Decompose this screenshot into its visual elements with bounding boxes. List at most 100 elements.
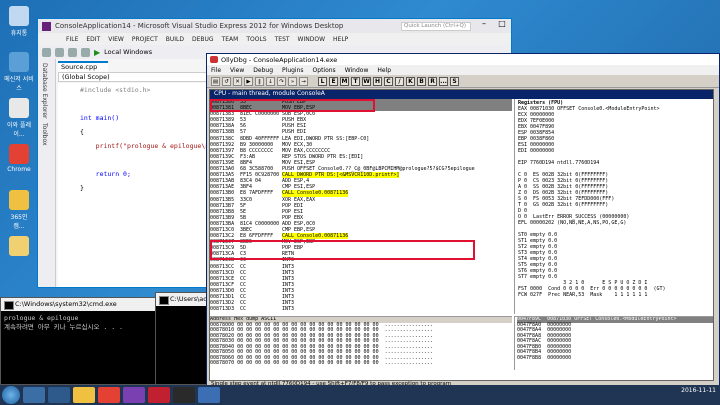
desktop-icon[interactable]: 메신저 서비스	[4, 52, 34, 92]
window-button-W[interactable]: W	[362, 76, 371, 86]
cmd-output: prologue & epilogue 계속하려면 아무 키나 누르십시오 . …	[1, 311, 159, 335]
menu-item-build[interactable]: BUILD	[166, 36, 184, 43]
scope-dropdown[interactable]: (Global Scope)	[58, 72, 228, 82]
forward-icon[interactable]	[55, 47, 64, 57]
code-editor[interactable]: #include <stdio.h> int main(){ printf("p…	[58, 83, 228, 287]
ollydbg-window: OllyDbg - ConsoleApplication14.exe File V…	[206, 53, 720, 393]
olly-menu-view[interactable]: View	[230, 67, 244, 74]
run-icon[interactable]: ▶	[244, 76, 253, 86]
desktop-icon[interactable]: 365인 캠...	[4, 190, 34, 230]
vs-menu-bar: FILE EDIT VIEW PROJECT BUILD DEBUG TEAM TOOLS TE…	[38, 33, 511, 45]
menu-item-file[interactable]: FILE	[66, 36, 78, 43]
cpu-window: CPU - main thread, module ConsoleA 00871…	[209, 89, 714, 381]
save-icon[interactable]	[81, 47, 90, 57]
execute-till-return-icon[interactable]: →	[299, 76, 308, 86]
window-button-R[interactable]: R	[428, 76, 437, 86]
window-button-T[interactable]: T	[351, 76, 360, 86]
step-into-icon[interactable]: ↓	[266, 76, 275, 86]
menu-item-view[interactable]: VIEW	[108, 36, 124, 43]
disasm-row[interactable]: 008713D3 CC INT3	[210, 306, 512, 312]
dump-lines: 00878000 00 00 00 00 00 00 00 00 00 00 0…	[210, 322, 512, 367]
taskbar-app-icon[interactable]	[98, 387, 120, 403]
taskbar-items	[23, 387, 220, 403]
highlight-epilogue	[210, 240, 475, 260]
pause-icon[interactable]: ‖	[255, 76, 264, 86]
disasm-instruction: INT3	[282, 306, 295, 313]
hex-dump-pane[interactable]: Address Hex dump ASCII 00878000 00 00 00…	[210, 316, 512, 370]
tab-source-cpp[interactable]: Source.cpp	[58, 61, 108, 72]
desktop-icon-image	[9, 6, 29, 26]
disassembly-pane[interactable]: 00871380 55 PUSH EBP 00871381 8BEC MOV EBP,ES…	[210, 99, 512, 314]
window-button-B[interactable]: B	[417, 76, 426, 86]
window-button-K[interactable]: K	[406, 76, 415, 86]
menu-item-test[interactable]: TEST	[275, 36, 290, 43]
taskbar-app-icon[interactable]	[48, 387, 70, 403]
taskbar-app-icon[interactable]	[173, 387, 195, 403]
back-icon[interactable]	[42, 47, 51, 57]
minimize-button[interactable]: –	[475, 19, 493, 33]
taskbar-app-icon[interactable]	[23, 387, 45, 403]
window-button-E[interactable]: E	[329, 76, 338, 86]
close-icon[interactable]: ✕	[233, 76, 242, 86]
taskbar-app-icon[interactable]	[148, 387, 170, 403]
registers-pane[interactable]: Registers (FPU) EAX 00871030 OFFSET Cons…	[514, 99, 713, 314]
window-button-/[interactable]: /	[395, 76, 404, 86]
debug-target-label[interactable]: Local Windows	[104, 48, 152, 56]
menu-item-tools[interactable]: TOOLS	[246, 36, 266, 43]
olly-menu-help[interactable]: Help	[377, 67, 391, 74]
window-button-C[interactable]: C	[384, 76, 393, 86]
olly-menu-options[interactable]: Options	[313, 67, 336, 74]
animate-icon[interactable]: »	[288, 76, 297, 86]
desktop-icon-image	[9, 190, 29, 210]
olly-menu-plugins[interactable]: Plugins	[282, 67, 304, 74]
new-file-icon[interactable]	[68, 47, 77, 57]
taskbar: 2016-11-11	[0, 385, 720, 405]
step-over-icon[interactable]: ↷	[277, 76, 286, 86]
window-button-L[interactable]: L	[318, 76, 327, 86]
quick-launch-input[interactable]: Quick Launch (Ctrl+Q)	[401, 22, 471, 31]
menu-item-edit[interactable]: EDIT	[86, 36, 100, 43]
taskbar-app-icon[interactable]	[198, 387, 220, 403]
tab-toolbox[interactable]: Toolbox	[41, 123, 48, 146]
menu-item-team[interactable]: TEAM	[222, 36, 239, 43]
register-lines: EAX 00871030 OFFSET Console0.<ModuleEntr…	[518, 106, 710, 298]
stack-pane[interactable]: 0047F89C 00871030 OFFSET Console0.<Modul…	[514, 316, 713, 370]
menu-item-debug[interactable]: DEBUG	[192, 36, 214, 43]
vs-window-controls: – □	[475, 19, 511, 33]
cmd-title: C:\Windows\system32\cmd.exe	[1, 298, 159, 311]
cpu-title: CPU - main thread, module ConsoleA	[210, 90, 713, 99]
dump-line: 00878070 00 00 00 00 00 00 00 00 00 00 0…	[210, 360, 433, 366]
taskbar-app-icon[interactable]	[73, 387, 95, 403]
desktop-icon[interactable]: Chrome	[4, 144, 34, 173]
vs-title: ConsoleApplication14 - Microsoft Visual …	[55, 22, 344, 30]
window-button-M[interactable]: M	[340, 76, 349, 86]
olly-toolbar: ▤ ↺ ✕ ▶ ‖ ↓ ↷ » → L E M T W H C / K B R... S	[207, 75, 719, 88]
desktop-icon-label: Chrome	[7, 166, 31, 173]
window-button-S[interactable]: S	[450, 76, 459, 86]
window-button-H[interactable]: H	[373, 76, 382, 86]
menu-item-project[interactable]: PROJECT	[132, 36, 158, 43]
desktop-icon[interactable]: 이와 플레이...	[4, 98, 34, 138]
play-icon[interactable]: ▶	[94, 48, 100, 57]
desktop-icon-label: 휴지통	[10, 30, 28, 37]
start-button[interactable]	[2, 386, 20, 404]
menu-item-window[interactable]: WINDOW	[298, 36, 325, 43]
desktop-icon-label: 이와 플레이...	[7, 122, 31, 138]
window-button-...[interactable]: ...	[439, 76, 448, 86]
clock-date: 2016-11-11	[681, 387, 716, 394]
cmd2-title: C:\Users\adm	[156, 293, 214, 306]
desktop-icon-image	[9, 52, 29, 72]
desktop-icon[interactable]: 휴지통	[4, 6, 34, 37]
maximize-button[interactable]: □	[493, 19, 511, 33]
open-icon[interactable]: ▤	[211, 76, 220, 86]
restart-icon[interactable]: ↺	[222, 76, 231, 86]
olly-menu-window[interactable]: Window	[345, 67, 369, 74]
clock: 2016-11-11	[681, 387, 716, 394]
olly-menu-debug[interactable]: Debug	[253, 67, 273, 74]
desktop-icon-image	[9, 236, 29, 256]
menu-item-help[interactable]: HELP	[333, 36, 348, 43]
olly-menu-file[interactable]: File	[211, 67, 221, 74]
tab-database-explorer[interactable]: Database Explorer	[41, 63, 48, 119]
taskbar-app-icon[interactable]	[123, 387, 145, 403]
desktop-icon[interactable]	[4, 236, 34, 258]
